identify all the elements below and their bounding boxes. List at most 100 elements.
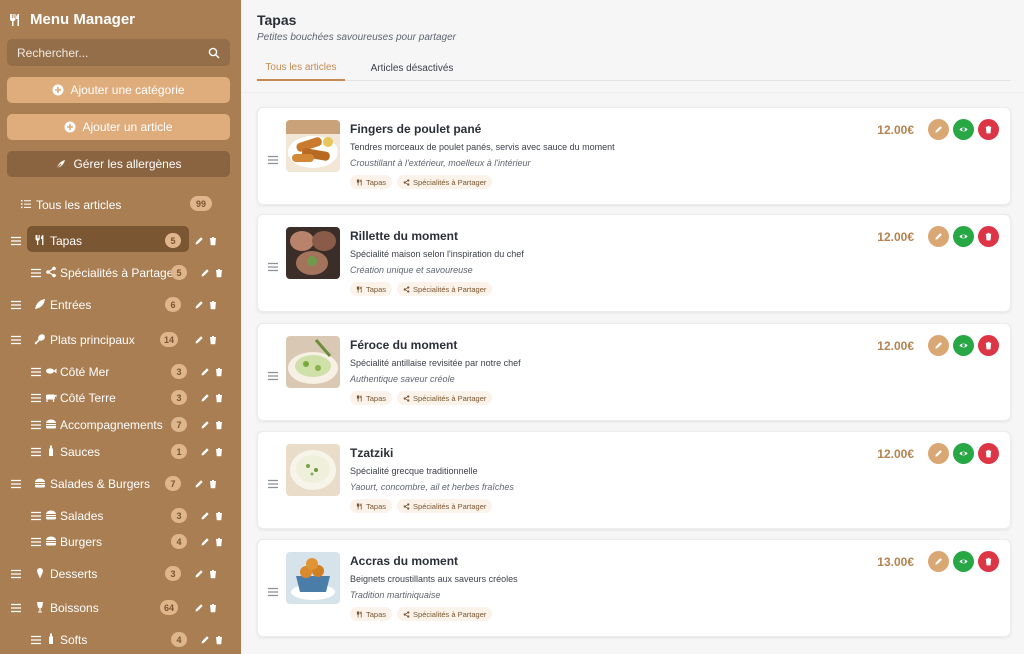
category-tag-label: Tapas <box>366 609 387 619</box>
drag-handle-icon[interactable] <box>31 392 41 403</box>
menu-item-card[interactable]: Accras du moment Beignets croustillants a… <box>257 539 1011 637</box>
edit-button[interactable] <box>928 551 949 572</box>
edit-icon[interactable] <box>200 446 210 456</box>
sidebar-category-item[interactable]: Salades & Burgers 7 <box>0 475 241 491</box>
item-photo <box>286 444 340 496</box>
drag-handle-icon[interactable] <box>31 267 41 278</box>
tab-all-items[interactable]: Tous les articles <box>257 56 345 81</box>
edit-icon[interactable] <box>200 419 210 429</box>
sidebar-category-label: Sauces <box>60 445 101 459</box>
drag-handle-icon[interactable] <box>11 568 21 579</box>
edit-icon[interactable] <box>200 366 210 376</box>
tab-disabled-items[interactable]: Articles désactivés <box>357 56 467 81</box>
delete-button[interactable] <box>978 119 999 140</box>
trash-icon[interactable] <box>208 235 218 246</box>
sidebar-category-item[interactable]: Accompagnements 7 <box>0 416 241 432</box>
toggle-visibility-button[interactable] <box>953 119 974 140</box>
drag-handle-icon[interactable] <box>11 299 21 310</box>
toggle-visibility-button[interactable] <box>953 443 974 464</box>
trash-icon <box>984 557 993 566</box>
item-note: Yaourt, concombre, ail et herbes fraîche… <box>350 482 514 492</box>
trash-icon[interactable] <box>214 419 224 430</box>
sidebar-category-item[interactable]: Salades 3 <box>0 507 241 523</box>
trash-icon[interactable] <box>214 446 224 457</box>
trash-icon[interactable] <box>208 299 218 310</box>
sidebar-category-item[interactable]: Côté Terre 3 <box>0 389 241 405</box>
edit-icon[interactable] <box>200 392 210 402</box>
edit-button[interactable] <box>928 119 949 140</box>
edit-icon[interactable] <box>200 634 210 644</box>
trash-icon[interactable] <box>208 334 218 345</box>
trash-icon[interactable] <box>214 366 224 377</box>
search-input[interactable] <box>17 45 208 60</box>
delete-button[interactable] <box>978 551 999 572</box>
drag-handle-icon[interactable] <box>268 259 278 272</box>
drag-handle-icon[interactable] <box>31 536 41 547</box>
drag-handle-icon[interactable] <box>268 584 278 597</box>
sidebar-category-count: 3 <box>165 566 181 581</box>
drag-handle-icon[interactable] <box>11 478 21 489</box>
trash-icon[interactable] <box>208 478 218 489</box>
menu-item-card[interactable]: Rillette du moment Spécialité maison selo… <box>257 214 1011 312</box>
drag-handle-icon[interactable] <box>268 152 278 165</box>
drag-handle-icon[interactable] <box>11 334 21 345</box>
edit-icon[interactable] <box>194 568 204 578</box>
sidebar-category-label: Tapas <box>50 234 83 248</box>
sidebar-category-count: 64 <box>160 600 179 615</box>
search-icon[interactable] <box>208 47 220 59</box>
list-icon <box>21 200 31 209</box>
sidebar-category-item[interactable]: Entrées 6 <box>0 296 241 312</box>
edit-button[interactable] <box>928 443 949 464</box>
delete-button[interactable] <box>978 335 999 356</box>
sidebar-category-item[interactable]: Burgers 4 <box>0 533 241 549</box>
delete-button[interactable] <box>978 226 999 247</box>
manage-allergens-button[interactable]: Gérer les allergènes <box>7 151 230 177</box>
toggle-visibility-button[interactable] <box>953 335 974 356</box>
edit-icon[interactable] <box>194 235 204 245</box>
menu-item-card[interactable]: Féroce du moment Spécialité antillaise re… <box>257 323 1011 421</box>
sidebar-category-item[interactable]: Sauces 1 <box>0 443 241 459</box>
sidebar-item-all[interactable]: Tous les articles 99 <box>0 196 241 212</box>
edit-button[interactable] <box>928 335 949 356</box>
trash-icon[interactable] <box>214 392 224 403</box>
trash-icon[interactable] <box>208 568 218 579</box>
trash-icon[interactable] <box>214 536 224 547</box>
sidebar-category-item[interactable]: Softs 4 <box>0 631 241 647</box>
toggle-visibility-button[interactable] <box>953 226 974 247</box>
edit-icon[interactable] <box>200 267 210 277</box>
drag-handle-icon[interactable] <box>31 634 41 645</box>
drag-handle-icon[interactable] <box>268 476 278 489</box>
sidebar-category-item[interactable]: Desserts 3 <box>0 565 241 581</box>
drag-handle-icon[interactable] <box>31 446 41 457</box>
trash-icon[interactable] <box>214 267 224 278</box>
sidebar-category-item[interactable]: Boissons 64 <box>0 599 241 615</box>
sidebar-category-count: 6 <box>165 297 181 312</box>
drag-handle-icon[interactable] <box>31 366 41 377</box>
drag-handle-icon[interactable] <box>268 368 278 381</box>
trash-icon[interactable] <box>214 634 224 645</box>
edit-button[interactable] <box>928 226 949 247</box>
menu-item-card[interactable]: Fingers de poulet pané Tendres morceaux d… <box>257 107 1011 205</box>
edit-icon[interactable] <box>194 334 204 344</box>
delete-button[interactable] <box>978 443 999 464</box>
menu-item-card[interactable]: Tzatziki Spécialité grecque traditionnell… <box>257 431 1011 529</box>
sidebar-category-item[interactable]: Spécialités à Partager 5 <box>0 264 241 280</box>
toggle-visibility-button[interactable] <box>953 551 974 572</box>
sidebar-category-item[interactable]: Côté Mer 3 <box>0 363 241 379</box>
edit-icon[interactable] <box>194 299 204 309</box>
edit-icon[interactable] <box>194 602 204 612</box>
drag-handle-icon[interactable] <box>31 510 41 521</box>
drag-handle-icon[interactable] <box>11 602 21 613</box>
drag-handle-icon[interactable] <box>31 419 41 430</box>
edit-icon[interactable] <box>200 536 210 546</box>
trash-icon[interactable] <box>214 510 224 521</box>
add-item-button[interactable]: Ajouter un article <box>7 114 230 140</box>
add-category-button[interactable]: Ajouter une catégorie <box>7 77 230 103</box>
trash-icon[interactable] <box>208 602 218 613</box>
drag-handle-icon[interactable] <box>11 235 21 246</box>
sidebar-category-count: 5 <box>171 265 187 280</box>
sidebar-category-item[interactable]: Plats principaux 14 <box>0 331 241 347</box>
sidebar-category-item[interactable]: Tapas 5 <box>0 232 241 248</box>
edit-icon[interactable] <box>194 478 204 488</box>
edit-icon[interactable] <box>200 510 210 520</box>
